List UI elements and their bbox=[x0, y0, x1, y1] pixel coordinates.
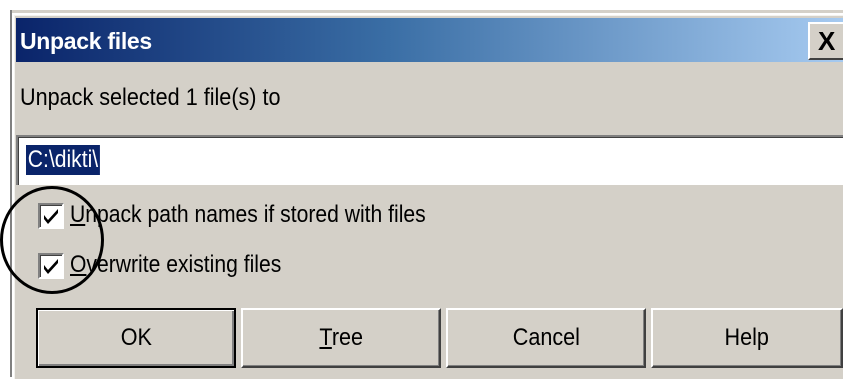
window-title: Unpack files bbox=[20, 28, 152, 54]
tree-button[interactable]: Tree bbox=[241, 308, 441, 368]
destination-path-value: C:\dikti\ bbox=[26, 145, 100, 175]
destination-path-input[interactable] bbox=[16, 135, 843, 185]
cancel-button-label: Cancel bbox=[512, 324, 580, 351]
unpack-destination-label: Unpack selected 1 file(s) to bbox=[20, 84, 281, 111]
close-icon: X bbox=[818, 25, 836, 56]
close-button[interactable]: X bbox=[808, 22, 843, 60]
help-button[interactable]: Help bbox=[651, 308, 843, 368]
option-label-text: verwrite existing files bbox=[86, 251, 282, 278]
cancel-button[interactable]: Cancel bbox=[446, 308, 646, 368]
help-button-label: Help bbox=[724, 324, 770, 351]
unpack-path-names-label[interactable]: Unpack path names if stored with files bbox=[70, 201, 426, 229]
tree-button-label: Tree bbox=[319, 324, 363, 351]
option-label-text: npack path names if stored with files bbox=[85, 201, 426, 228]
ok-button[interactable]: OK bbox=[36, 308, 236, 368]
ok-button-label: OK bbox=[120, 324, 152, 351]
annotation-circle bbox=[0, 186, 104, 294]
